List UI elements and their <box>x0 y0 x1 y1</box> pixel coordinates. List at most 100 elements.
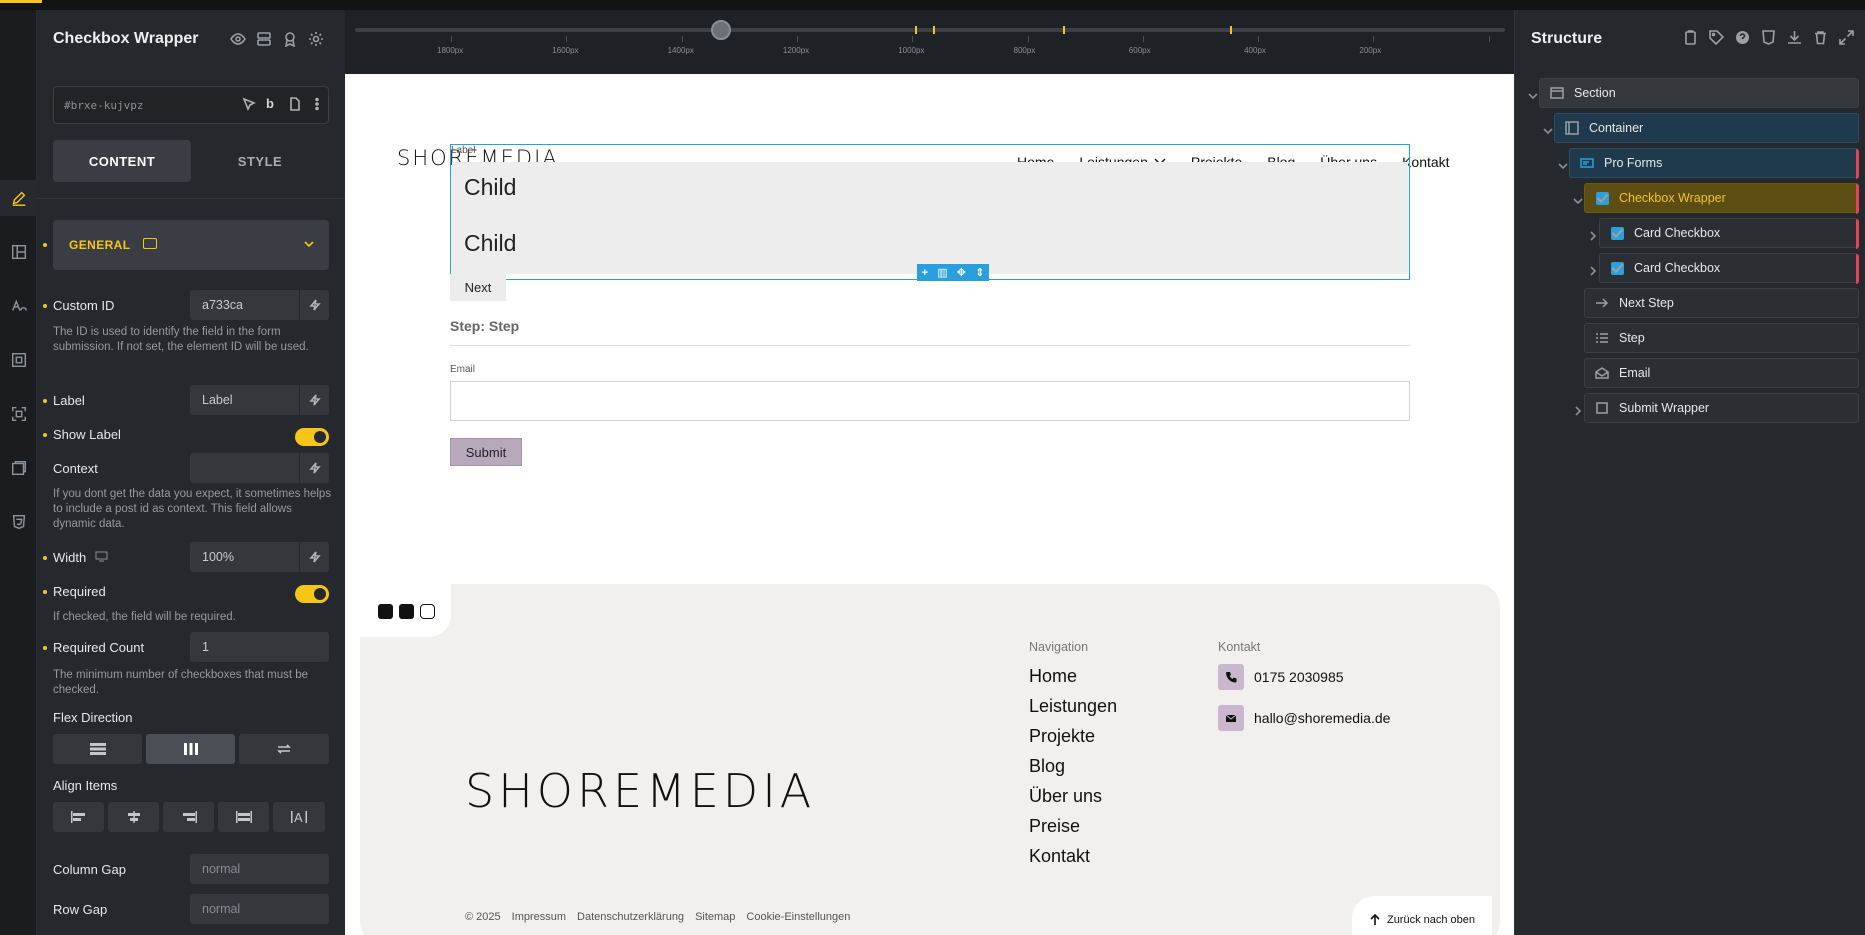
frame-icon[interactable] <box>0 396 37 432</box>
clipboard-icon[interactable] <box>1683 30 1700 47</box>
trash-icon[interactable] <box>1813 30 1830 47</box>
tree-node-container[interactable]: Container <box>1554 113 1859 143</box>
tree-node-pro-forms[interactable]: Pro Forms <box>1569 148 1859 179</box>
bold-icon[interactable]: b <box>266 97 282 113</box>
footer-nav-item[interactable]: Über uns <box>1029 786 1102 807</box>
linkedin-icon[interactable] <box>399 604 414 619</box>
element-id-field[interactable]: #brxe-kujvpz b <box>53 86 329 124</box>
required-count-input[interactable]: 1 <box>190 632 329 662</box>
components-icon[interactable] <box>0 342 37 378</box>
tree-node-card-checkbox[interactable]: Card Checkbox <box>1599 253 1859 284</box>
help-icon[interactable] <box>1735 30 1752 47</box>
align-start-icon[interactable] <box>53 802 104 832</box>
footer-phone[interactable]: 0175 2030985 <box>1254 669 1344 685</box>
chevron-down-icon <box>304 241 314 248</box>
breakpoint-slider-handle[interactable] <box>711 20 731 40</box>
columns-icon[interactable]: ▥ <box>937 266 947 279</box>
element-mini-toolbar[interactable]: + ▥ ✥ ⇕ <box>917 264 989 281</box>
footer-nav-item[interactable]: Preise <box>1029 816 1080 837</box>
templates-icon[interactable] <box>0 450 37 486</box>
footer-logo[interactable]: SHOREMEDIA <box>465 764 815 818</box>
footer-nav-item[interactable]: Kontakt <box>1029 846 1090 867</box>
css-file-icon[interactable] <box>1761 30 1778 47</box>
tree-node-step[interactable]: Step <box>1584 323 1859 353</box>
expand-icon[interactable] <box>1839 30 1856 47</box>
label-input[interactable]: Label <box>190 385 329 415</box>
show-label-toggle[interactable] <box>295 428 329 446</box>
row-gap-input[interactable]: normal <box>190 894 329 924</box>
footer-nav-item[interactable]: Home <box>1029 666 1077 687</box>
legal-link[interactable]: Datenschutzerklärung <box>577 911 684 923</box>
back-to-top-button[interactable]: Zurück nach oben <box>1352 896 1492 935</box>
tree-node-section[interactable]: Section <box>1539 78 1859 108</box>
column-gap-input[interactable]: normal <box>190 854 329 884</box>
checkbox-icon <box>1595 191 1609 205</box>
footer-nav-item[interactable]: Projekte <box>1029 726 1095 747</box>
legal-link[interactable]: Sitemap <box>695 911 735 923</box>
tag-icon[interactable] <box>1709 30 1726 47</box>
checkbox-wrapper-selection[interactable]: Label Child Child <box>450 144 1410 280</box>
badge-icon[interactable] <box>281 30 299 48</box>
child-item[interactable]: Child <box>464 174 516 201</box>
dynamic-data-icon[interactable] <box>299 290 329 320</box>
dynamic-data-icon[interactable] <box>299 385 329 415</box>
divider <box>37 198 345 199</box>
collapse-caret-icon[interactable] <box>1573 193 1583 205</box>
typography-icon[interactable] <box>0 288 37 324</box>
move-icon[interactable]: ✥ <box>957 266 966 279</box>
required-toggle[interactable] <box>295 585 329 603</box>
footer-nav-item[interactable]: Leistungen <box>1029 696 1117 717</box>
resize-icon[interactable]: ⇕ <box>975 266 984 279</box>
context-input[interactable] <box>190 453 329 483</box>
tree-node-card-checkbox[interactable]: Card Checkbox <box>1599 218 1859 249</box>
general-section-header[interactable]: GENERAL <box>53 220 329 270</box>
custom-id-input[interactable]: a733ca <box>190 290 329 320</box>
tree-node-submit-wrapper[interactable]: Submit Wrapper <box>1584 393 1859 423</box>
collapse-caret-icon[interactable] <box>1543 123 1553 135</box>
dynamic-data-icon[interactable] <box>299 453 329 483</box>
tree-node-email[interactable]: Email <box>1584 358 1859 388</box>
database-icon[interactable] <box>255 30 273 48</box>
footer-nav-item[interactable]: Blog <box>1029 756 1065 777</box>
plus-icon[interactable]: + <box>922 267 928 279</box>
align-baseline-icon[interactable]: A <box>273 802 325 832</box>
align-center-icon[interactable] <box>108 802 159 832</box>
align-end-icon[interactable] <box>163 802 214 832</box>
submit-button[interactable]: Submit <box>450 438 522 466</box>
child-item[interactable]: Child <box>464 230 516 257</box>
collapse-caret-icon[interactable] <box>1558 158 1568 170</box>
gear-icon[interactable] <box>307 30 325 48</box>
layout-icon[interactable] <box>0 234 37 270</box>
breakpoint-slider-track[interactable] <box>355 28 1505 32</box>
tree-node-next-step[interactable]: Next Step <box>1584 288 1859 318</box>
tree-node-checkbox-wrapper[interactable]: Checkbox Wrapper <box>1584 183 1859 214</box>
expand-caret-icon[interactable] <box>1573 403 1583 416</box>
legal-link[interactable]: Cookie-Einstellungen <box>746 911 850 923</box>
legal-link[interactable]: Impressum <box>512 911 566 923</box>
reverse-icon[interactable] <box>239 734 329 764</box>
more-icon[interactable] <box>310 97 326 113</box>
tab-content[interactable]: CONTENT <box>53 140 191 182</box>
css-icon[interactable] <box>0 504 37 540</box>
tab-style[interactable]: STYLE <box>191 140 329 182</box>
tree-node-label: Next Step <box>1619 296 1674 310</box>
footer-email[interactable]: hallo@shoremedia.de <box>1254 710 1390 726</box>
instagram-icon[interactable] <box>420 604 435 619</box>
next-button[interactable]: Next <box>450 274 506 301</box>
cursor-icon[interactable] <box>242 97 258 113</box>
flex-column-icon[interactable] <box>146 734 235 764</box>
expand-caret-icon[interactable] <box>1588 228 1598 241</box>
expand-caret-icon[interactable] <box>1588 263 1598 276</box>
download-icon[interactable] <box>1787 30 1804 47</box>
dynamic-data-icon[interactable] <box>299 542 329 572</box>
width-input[interactable]: 100% <box>190 542 329 572</box>
modified-dot <box>43 556 47 560</box>
file-icon[interactable] <box>288 97 304 113</box>
youtube-icon[interactable] <box>378 604 393 619</box>
edit-icon[interactable] <box>0 180 37 216</box>
align-stretch-icon[interactable] <box>218 802 269 832</box>
flex-row-icon[interactable] <box>53 734 142 764</box>
collapse-caret-icon[interactable] <box>1528 88 1538 100</box>
email-input[interactable] <box>450 381 1410 421</box>
eye-icon[interactable] <box>229 30 247 48</box>
